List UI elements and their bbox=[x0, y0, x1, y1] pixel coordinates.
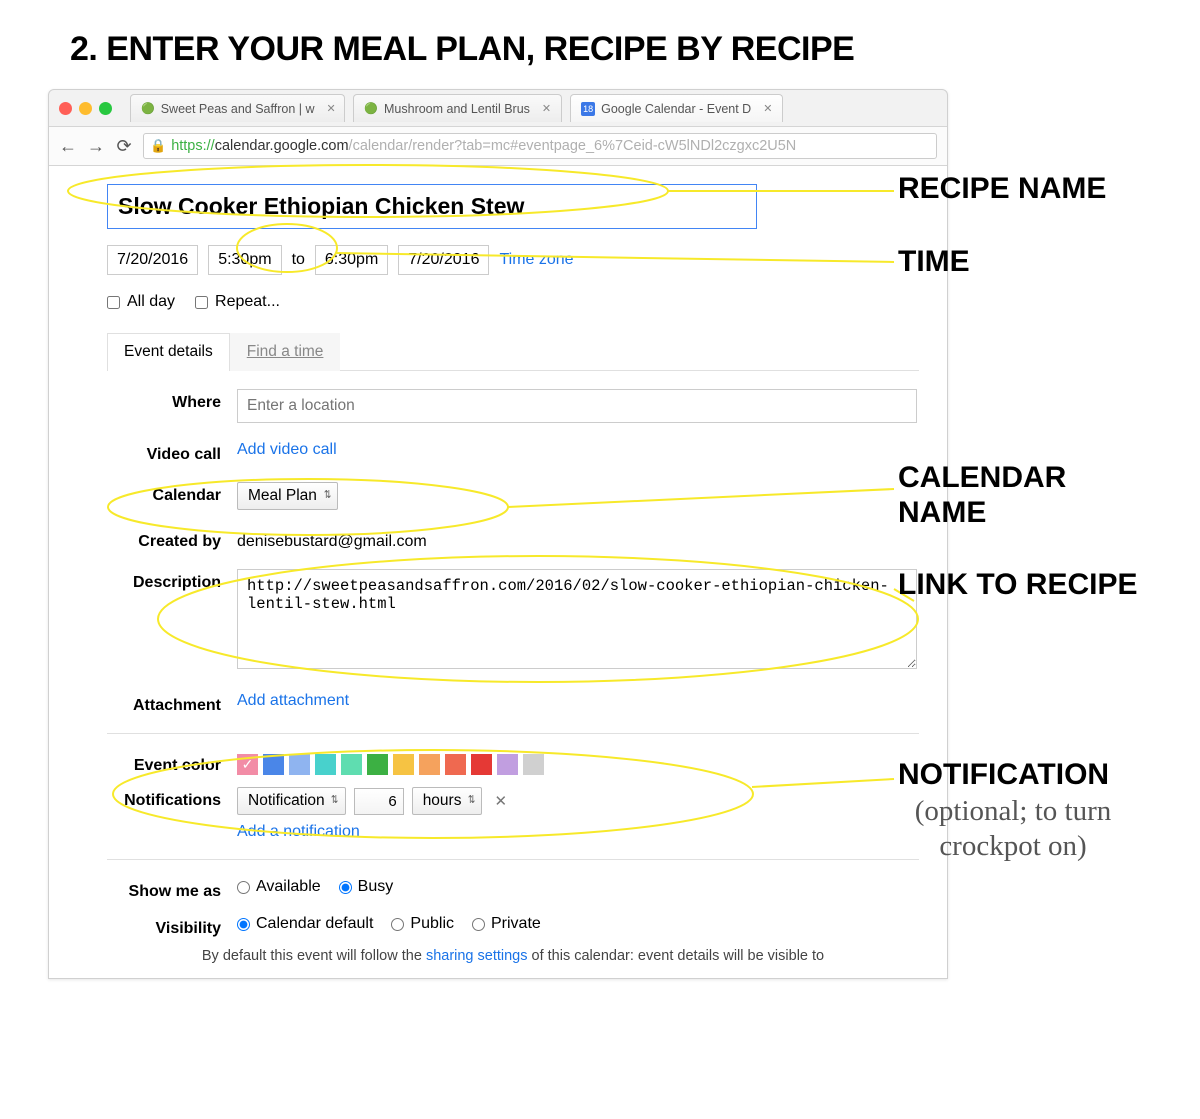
where-input[interactable] bbox=[237, 389, 917, 423]
color-swatch[interactable] bbox=[367, 754, 388, 775]
url-path: /calendar/render?tab=mc#eventpage_6%7Cei… bbox=[349, 138, 797, 154]
visibility-message: By default this event will follow the sh… bbox=[107, 948, 919, 964]
zoom-window-icon[interactable] bbox=[99, 102, 112, 115]
add-attachment-link[interactable]: Add attachment bbox=[237, 692, 349, 709]
start-time-input[interactable]: 5:30pm bbox=[208, 245, 281, 275]
calendar-select[interactable]: Meal Plan bbox=[237, 482, 338, 510]
description-textarea[interactable] bbox=[237, 569, 917, 669]
lock-icon: 🔒 bbox=[150, 138, 166, 154]
color-swatch[interactable] bbox=[289, 754, 310, 775]
browser-tab-3-active[interactable]: 18 Google Calendar - Event D ✕ bbox=[570, 94, 783, 122]
color-swatch[interactable] bbox=[523, 754, 544, 775]
browser-tab-2[interactable]: 🟢 Mushroom and Lentil Brus ✕ bbox=[353, 94, 562, 122]
visibility-private-radio[interactable]: Private bbox=[472, 915, 541, 933]
allday-checkbox[interactable]: All day bbox=[107, 293, 175, 311]
calendar-label: Calendar bbox=[107, 482, 237, 510]
notification-unit-select[interactable]: hours bbox=[412, 787, 483, 815]
address-bar[interactable]: 🔒 https://calendar.google.com/calendar/r… bbox=[143, 133, 937, 159]
visibility-default-radio[interactable]: Calendar default bbox=[237, 915, 373, 933]
color-swatch[interactable] bbox=[419, 754, 440, 775]
tab-title: Mushroom and Lentil Brus bbox=[384, 102, 530, 116]
to-label: to bbox=[292, 251, 305, 269]
color-swatch[interactable] bbox=[471, 754, 492, 775]
color-swatch[interactable] bbox=[393, 754, 414, 775]
notification-type-select[interactable]: Notification bbox=[237, 787, 346, 815]
createdby-value: denisebustard@gmail.com bbox=[237, 528, 919, 551]
tab-event-details[interactable]: Event details bbox=[107, 333, 230, 371]
videocall-label: Video call bbox=[107, 441, 237, 464]
annotation-notification-sub: (optional; to turn crockpot on) bbox=[878, 794, 1148, 864]
close-tab-icon[interactable]: ✕ bbox=[763, 102, 772, 115]
event-date-row: 7/20/2016 5:30pm to 6:30pm 7/20/2016 Tim… bbox=[107, 245, 919, 275]
event-title-input[interactable] bbox=[107, 184, 757, 229]
browser-toolbar: ← → ⟳ 🔒 https://calendar.google.com/cale… bbox=[49, 126, 947, 166]
minimize-window-icon[interactable] bbox=[79, 102, 92, 115]
annotation-notification: NOTIFICATION bbox=[898, 757, 1109, 793]
color-swatch[interactable] bbox=[445, 754, 466, 775]
showme-label: Show me as bbox=[107, 878, 237, 901]
add-notification-link[interactable]: Add a notification bbox=[237, 823, 360, 840]
close-tab-icon[interactable]: ✕ bbox=[327, 102, 336, 115]
tab-bar: 🟢 Sweet Peas and Saffron | w ✕ 🟢 Mushroo… bbox=[49, 90, 947, 126]
timezone-link[interactable]: Time zone bbox=[499, 251, 573, 269]
description-label: Description bbox=[107, 569, 237, 674]
showme-available-radio[interactable]: Available bbox=[237, 878, 321, 896]
eventcolor-label: Event color bbox=[107, 752, 237, 775]
color-swatch[interactable] bbox=[341, 754, 362, 775]
annotation-recipe-name: RECIPE NAME bbox=[898, 171, 1106, 207]
event-form: 7/20/2016 5:30pm to 6:30pm 7/20/2016 Tim… bbox=[49, 166, 947, 978]
color-swatches: ✓ bbox=[237, 754, 919, 775]
close-tab-icon[interactable]: ✕ bbox=[542, 102, 551, 115]
detail-tabs: Event details Find a time bbox=[107, 333, 919, 371]
tab-find-a-time[interactable]: Find a time bbox=[230, 333, 341, 371]
url-protocol: https:// bbox=[171, 138, 215, 154]
color-swatch[interactable] bbox=[497, 754, 518, 775]
repeat-checkbox[interactable]: Repeat... bbox=[195, 293, 280, 311]
tab-title: Sweet Peas and Saffron | w bbox=[161, 102, 315, 116]
showme-busy-radio[interactable]: Busy bbox=[339, 878, 394, 896]
start-date-input[interactable]: 7/20/2016 bbox=[107, 245, 198, 275]
window-controls[interactable] bbox=[59, 102, 112, 115]
annotation-calendar-name: CALENDAR NAME bbox=[898, 461, 1158, 530]
createdby-label: Created by bbox=[107, 528, 237, 551]
forward-button[interactable]: → bbox=[87, 137, 105, 155]
favicon-icon: 🟢 bbox=[141, 102, 155, 116]
close-window-icon[interactable] bbox=[59, 102, 72, 115]
url-host: calendar.google.com bbox=[215, 138, 349, 154]
sharing-settings-link[interactable]: sharing settings bbox=[426, 948, 528, 964]
annotation-link-to-recipe: LINK TO RECIPE bbox=[898, 567, 1137, 603]
favicon-icon: 18 bbox=[581, 102, 595, 116]
end-date-input[interactable]: 7/20/2016 bbox=[398, 245, 489, 275]
notifications-label: Notifications bbox=[107, 787, 237, 841]
color-swatch[interactable] bbox=[263, 754, 284, 775]
where-label: Where bbox=[107, 389, 237, 423]
visibility-public-radio[interactable]: Public bbox=[391, 915, 454, 933]
remove-notification-icon[interactable]: ✕ bbox=[490, 792, 511, 810]
color-swatch[interactable] bbox=[315, 754, 336, 775]
end-time-input[interactable]: 6:30pm bbox=[315, 245, 388, 275]
back-button[interactable]: ← bbox=[59, 137, 77, 155]
browser-window: 🟢 Sweet Peas and Saffron | w ✕ 🟢 Mushroo… bbox=[48, 89, 948, 979]
add-video-call-link[interactable]: Add video call bbox=[237, 441, 337, 458]
visibility-label: Visibility bbox=[107, 915, 237, 938]
page-title: 2. ENTER YOUR MEAL PLAN, RECIPE BY RECIP… bbox=[70, 30, 1200, 69]
reload-button[interactable]: ⟳ bbox=[115, 137, 133, 155]
favicon-icon: 🟢 bbox=[364, 102, 378, 116]
attachment-label: Attachment bbox=[107, 692, 237, 715]
tab-title: Google Calendar - Event D bbox=[601, 102, 751, 116]
browser-tab-1[interactable]: 🟢 Sweet Peas and Saffron | w ✕ bbox=[130, 94, 345, 122]
annotation-time: TIME bbox=[898, 244, 970, 280]
color-swatch[interactable]: ✓ bbox=[237, 754, 258, 775]
notification-value-input[interactable] bbox=[354, 788, 404, 815]
